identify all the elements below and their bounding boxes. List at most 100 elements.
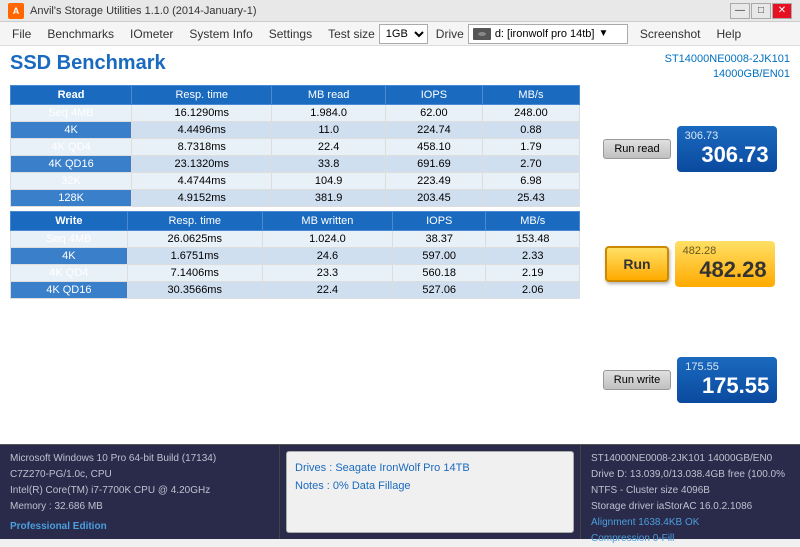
- run-total-container: Run 482.28 482.28: [605, 241, 774, 287]
- read-cell-5-2: 381.9: [272, 189, 386, 206]
- ssd-benchmark-title: SSD Benchmark: [10, 52, 166, 75]
- sys-line2: C7Z270-PG/1.0c, CPU: [10, 467, 269, 483]
- drive-section: Drive d: [ironwolf pro 14tb] ▼: [436, 24, 628, 44]
- read-mbs-header: MB/s: [482, 85, 579, 104]
- minimize-button[interactable]: —: [730, 3, 750, 19]
- window-title: Anvil's Storage Utilities 1.1.0 (2014-Ja…: [30, 5, 256, 17]
- maximize-button[interactable]: □: [751, 3, 771, 19]
- title-bar: A Anvil's Storage Utilities 1.1.0 (2014-…: [0, 0, 800, 22]
- drive-dropdown-arrow: ▼: [598, 28, 608, 39]
- write-cell-0-3: 38.37: [393, 230, 486, 247]
- run-write-button[interactable]: Run write: [603, 370, 671, 390]
- read-cell-1-2: 11.0: [272, 121, 386, 138]
- menu-settings[interactable]: Settings: [261, 25, 320, 43]
- read-cell-5-1: 4.9152ms: [132, 189, 272, 206]
- read-cell-0-0: Seq 4MB: [11, 104, 132, 121]
- menu-help[interactable]: Help: [709, 25, 750, 43]
- read-cell-0-4: 248.00: [482, 104, 579, 121]
- pro-edition-label: Professional Edition: [10, 521, 107, 532]
- read-cell-3-2: 33.8: [272, 155, 386, 172]
- read-score-card: 306.73 306.73: [677, 126, 777, 172]
- read-cell-2-4: 1.79: [482, 138, 579, 155]
- dd-line1: ST14000NE0008-2JK101 14000GB/EN0: [591, 451, 790, 467]
- test-size-select[interactable]: 1GB 4GB: [379, 24, 428, 44]
- drive-label: Drive: [436, 27, 464, 41]
- write-cell-0-4: 153.48: [486, 230, 580, 247]
- write-cell-0-2: 1.024.0: [262, 230, 392, 247]
- write-score-card: 175.55 175.55: [677, 357, 777, 403]
- drive-model-info: ST14000NE0008-2JK101 14000GB/EN01: [665, 52, 790, 83]
- menu-benchmarks[interactable]: Benchmarks: [39, 25, 122, 43]
- write-cell-0-1: 26.0625ms: [127, 230, 262, 247]
- write-mbwritten-header: MB written: [262, 211, 392, 230]
- test-size-section: Test size 1GB 4GB: [328, 24, 428, 44]
- write-cell-2-0: 4K QD4: [11, 264, 128, 281]
- drive-notes-line2: Notes : 0% Data Fillage: [295, 478, 565, 496]
- write-cell-2-2: 23.3: [262, 264, 392, 281]
- title-bar-left: A Anvil's Storage Utilities 1.1.0 (2014-…: [8, 3, 256, 19]
- write-cell-3-3: 527.06: [393, 281, 486, 298]
- read-cell-1-1: 4.4496ms: [132, 121, 272, 138]
- write-cell-0-0: Seq 4MB: [11, 230, 128, 247]
- write-score-big: 175.55: [685, 373, 769, 399]
- test-size-label: Test size: [328, 27, 375, 41]
- menu-screenshot[interactable]: Screenshot: [632, 25, 709, 43]
- read-table-row: 4K QD48.7318ms22.4458.101.79: [11, 138, 580, 155]
- read-cell-0-2: 1.984.0: [272, 104, 386, 121]
- write-cell-1-3: 597.00: [393, 247, 486, 264]
- read-cell-4-0: 32K: [11, 172, 132, 189]
- total-score-big: 482.28: [683, 257, 767, 283]
- write-table-row: 4K QD1630.3566ms22.4527.062.06: [11, 281, 580, 298]
- menu-sysinfo[interactable]: System Info: [181, 25, 260, 43]
- write-cell-1-2: 24.6: [262, 247, 392, 264]
- write-cell-3-1: 30.3566ms: [127, 281, 262, 298]
- right-panel: Run read 306.73 306.73 Run 482.28 482.28…: [590, 85, 790, 444]
- sys-line1: Microsoft Windows 10 Pro 64-bit Build (1…: [10, 451, 269, 467]
- read-cell-2-2: 22.4: [272, 138, 386, 155]
- total-score-card: 482.28 482.28: [675, 241, 775, 287]
- write-score-container: Run write 175.55 175.55: [603, 357, 777, 403]
- write-cell-1-4: 2.33: [486, 247, 580, 264]
- write-cell-2-1: 7.1406ms: [127, 264, 262, 281]
- write-score-small: 175.55: [685, 361, 769, 373]
- write-table: Write Resp. time MB written IOPS MB/s Se…: [10, 211, 580, 299]
- benchmark-tables: Read Resp. time MB read IOPS MB/s Seq 4M…: [10, 85, 580, 444]
- app-icon: A: [8, 3, 24, 19]
- close-button[interactable]: ✕: [772, 3, 792, 19]
- read-table-row: 32K4.4744ms104.9223.496.98: [11, 172, 580, 189]
- read-cell-0-3: 62.00: [385, 104, 482, 121]
- read-score-big: 306.73: [685, 142, 769, 168]
- read-col-header: Read: [11, 85, 132, 104]
- write-table-row: Seq 4MB26.0625ms1.024.038.37153.48: [11, 230, 580, 247]
- write-mbs-header: MB/s: [486, 211, 580, 230]
- run-button[interactable]: Run: [605, 246, 668, 282]
- drive-select-box[interactable]: d: [ironwolf pro 14tb] ▼: [468, 24, 628, 44]
- sys-line3: Intel(R) Core(TM) i7-7700K CPU @ 4.20GHz: [10, 483, 269, 499]
- read-table-row: 4K QD1623.1320ms33.8691.692.70: [11, 155, 580, 172]
- system-info-panel: Microsoft Windows 10 Pro 64-bit Build (1…: [0, 445, 280, 539]
- hdd-icon: [473, 28, 491, 40]
- bottom-area: Microsoft Windows 10 Pro 64-bit Build (1…: [0, 444, 800, 539]
- read-cell-5-0: 128K: [11, 189, 132, 206]
- read-cell-4-2: 104.9: [272, 172, 386, 189]
- dd-line2: Drive D: 13.039,0/13.038.4GB free (100.0…: [591, 467, 790, 483]
- read-cell-2-3: 458.10: [385, 138, 482, 155]
- read-resptime-header: Resp. time: [132, 85, 272, 104]
- menu-file[interactable]: File: [4, 25, 39, 43]
- read-table-row: 128K4.9152ms381.9203.4525.43: [11, 189, 580, 206]
- ssd-header: SSD Benchmark ST14000NE0008-2JK101 14000…: [0, 46, 800, 85]
- write-iops-header: IOPS: [393, 211, 486, 230]
- read-cell-0-1: 16.1290ms: [132, 104, 272, 121]
- read-score-container: Run read 306.73 306.73: [603, 126, 776, 172]
- read-cell-5-4: 25.43: [482, 189, 579, 206]
- read-cell-3-0: 4K QD16: [11, 155, 132, 172]
- write-cell-1-0: 4K: [11, 247, 128, 264]
- dd-line3: NTFS - Cluster size 4096B: [591, 483, 790, 499]
- write-cell-2-4: 2.19: [486, 264, 580, 281]
- run-read-button[interactable]: Run read: [603, 139, 670, 159]
- window-controls[interactable]: — □ ✕: [730, 3, 792, 19]
- menu-iometer[interactable]: IOmeter: [122, 25, 181, 43]
- write-cell-3-2: 22.4: [262, 281, 392, 298]
- read-cell-3-1: 23.1320ms: [132, 155, 272, 172]
- read-cell-1-0: 4K: [11, 121, 132, 138]
